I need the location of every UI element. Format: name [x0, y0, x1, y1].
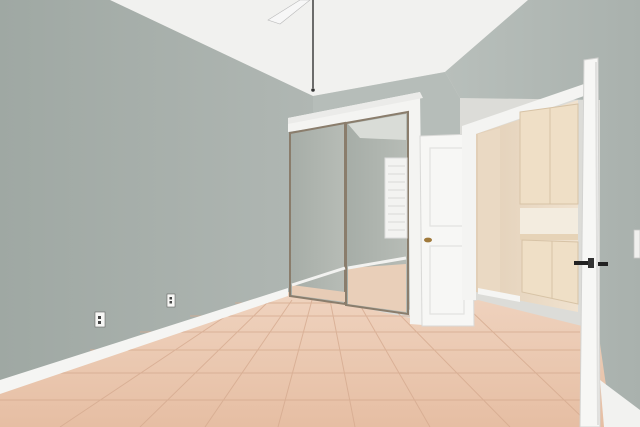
closet-side-wall	[478, 128, 500, 296]
room-scene	[0, 0, 640, 427]
wall-outlet	[166, 293, 176, 308]
mirrored-closet-doors	[289, 110, 409, 316]
light-switch	[633, 229, 640, 259]
wall-outlet	[94, 311, 106, 328]
door-knob	[424, 237, 432, 243]
built-in-cabinets	[519, 103, 579, 305]
